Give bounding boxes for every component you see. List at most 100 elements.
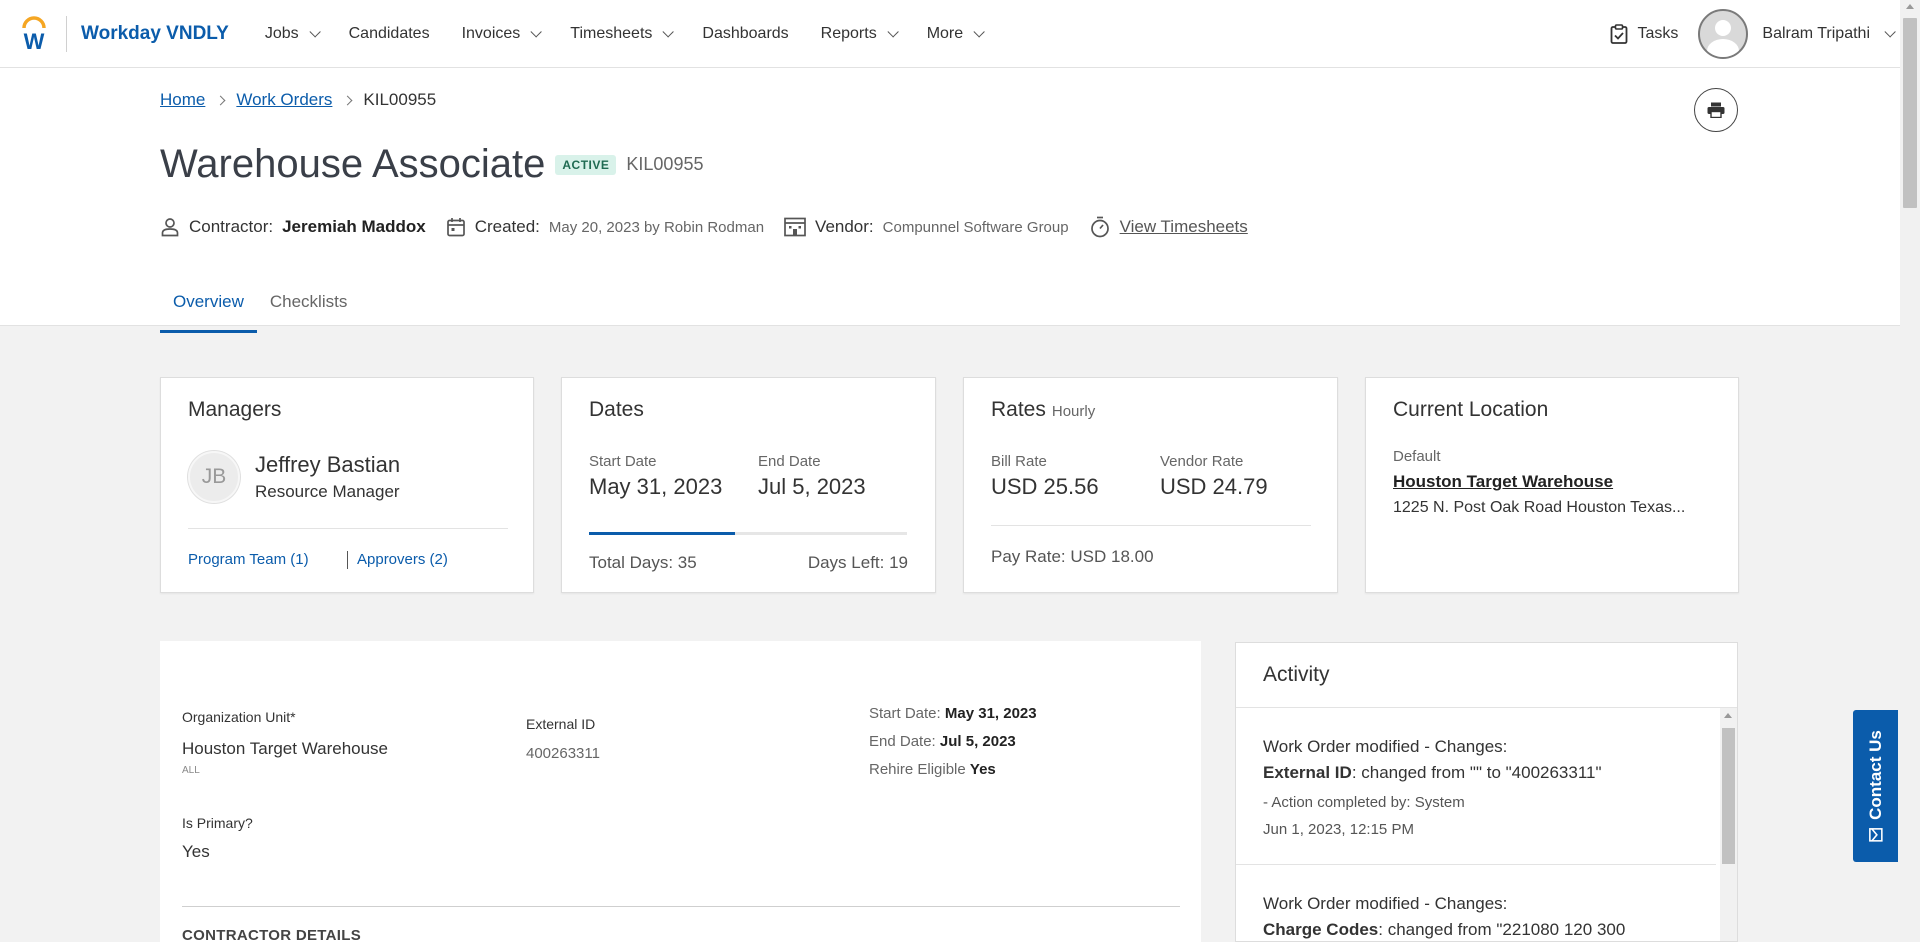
nav-timesheets[interactable]: Timesheets [570,25,675,43]
org-unit-value: Houston Target Warehouse [182,739,389,758]
breadcrumb-work-orders[interactable]: Work Orders [236,90,332,110]
chevron-down-icon [530,25,543,38]
tasks-button[interactable]: Tasks [1610,23,1678,44]
page-title: Warehouse Associate [160,142,546,186]
chevron-down-icon [973,25,985,38]
bill-rate-label: Bill Rate [991,453,1047,470]
nav-more[interactable]: More [927,25,985,43]
end-date-value: Jul 5, 2023 [758,474,866,499]
date-progress-fill [589,532,736,535]
scroll-up-arrow-icon[interactable] [1724,713,1732,718]
start-date-label: Start Date [589,453,657,470]
chevron-down-icon [309,25,321,38]
page-header: Home Work Orders KIL00955 Warehouse Asso… [0,68,1900,333]
total-days: Total Days: 35 [589,553,697,572]
external-id-label: External ID [526,716,596,732]
scroll-up-arrow-icon[interactable] [1906,4,1914,9]
page-scroll-thumb[interactable] [1903,18,1917,208]
contractor-meta: Contractor: Jeremiah Maddox [160,217,426,237]
tab-overview[interactable]: Overview [160,280,257,333]
contact-us-button[interactable]: Contact Us [1853,710,1898,862]
rates-subtitle: Hourly [1051,403,1096,420]
activity-list: Work Order modified - Changes: External … [1236,708,1716,941]
meta-row: Contractor: Jeremiah Maddox Created: May… [160,216,1268,238]
divider [182,906,1180,907]
manager-avatar: JB [188,451,240,503]
rehire-eligible: Rehire Eligible Yes [869,761,996,778]
detail-start-date: Start Date: May 31, 2023 [869,705,1037,722]
work-order-details: Organization Unit* Houston Target Wareho… [160,641,1201,942]
work-order-id: KIL00955 [626,154,704,174]
org-unit-scope: ALL [182,765,200,776]
nav-jobs[interactable]: Jobs [265,25,321,43]
created-value: May 20, 2023 by Robin Rodman [548,218,765,236]
view-timesheets-link[interactable]: View Timesheets [1120,217,1248,237]
is-primary-value: Yes [182,842,210,861]
days-left: Days Left: 19 [807,553,908,572]
location-link[interactable]: Houston Target Warehouse [1393,472,1613,492]
dates-card: Dates Start Date May 31, 2023 End Date J… [561,377,936,593]
location-default-label: Default [1393,448,1441,465]
divider [188,528,508,529]
manager-name: Jeffrey Bastian [255,452,401,477]
nav-dashboards[interactable]: Dashboards [702,25,788,43]
date-progress-bar [589,532,907,535]
nav-candidates[interactable]: Candidates [349,25,430,43]
nav-invoices[interactable]: Invoices [462,25,543,43]
avatar-body [1707,38,1740,57]
workday-logo-icon[interactable]: W [20,15,48,52]
avatar[interactable] [1698,8,1749,59]
page-scrollbar[interactable] [1900,0,1920,942]
chevron-down-icon [887,25,899,38]
card-title: Current Location [1393,398,1549,421]
activity-item: Work Order modified - Changes: Charge Co… [1263,894,1626,939]
manager-role: Resource Manager [255,482,400,501]
activity-scroll-thumb[interactable] [1722,728,1735,864]
breadcrumb-home[interactable]: Home [160,90,205,110]
vendor-name: Compunnel Software Group [882,218,1069,236]
is-primary-label: Is Primary? [182,815,253,831]
created-meta: Created: May 20, 2023 by Robin Rodman [446,217,764,237]
svg-text:W: W [24,29,45,52]
nav-right: Tasks Balram Tripathi [1610,8,1896,59]
mail-icon [1868,828,1883,842]
contractor-name: Jeremiah Maddox [282,217,426,236]
printer-icon [1707,102,1725,118]
user-menu[interactable]: Balram Tripathi [1762,25,1896,43]
nav-reports[interactable]: Reports [821,25,899,43]
vendor-rate-label: Vendor Rate [1160,453,1244,470]
title-row: Warehouse Associate ACTIVE KIL00955 [160,142,703,187]
brand-name[interactable]: Workday VNDLY [81,23,229,45]
calendar-icon [446,218,465,237]
program-team-link[interactable]: Program Team (1) [188,551,309,568]
timesheets-meta: View Timesheets [1089,216,1248,238]
bill-rate-value: USD 25.56 [991,474,1099,499]
divider [991,525,1311,526]
tab-checklists[interactable]: Checklists [257,280,360,333]
detail-end-date: End Date: Jul 5, 2023 [869,733,1016,750]
chevron-right-icon [342,95,353,105]
rates-card: Rates Hourly Bill Rate USD 25.56 Vendor R… [963,377,1338,593]
breadcrumb: Home Work Orders KIL00955 [160,90,436,110]
activity-title: Activity [1263,663,1330,686]
tabs: Overview Checklists [160,280,360,333]
contractor-details-heading: CONTRACTOR DETAILS [182,927,362,942]
print-button[interactable] [1694,88,1738,132]
start-date-value: May 31, 2023 [589,474,723,499]
brand-divider [66,15,67,52]
activity-panel: Activity Work Order modified - Changes: … [1235,642,1738,942]
location-address: 1225 N. Post Oak Road Houston Texas... [1393,499,1686,516]
chevron-down-icon [1884,25,1896,38]
vendor-rate-value: USD 24.79 [1160,474,1268,499]
stopwatch-icon [1090,216,1109,238]
status-badge: ACTIVE [555,154,617,175]
pay-rate: Pay Rate: USD 18.00 [991,547,1154,566]
activity-scrollbar[interactable] [1720,708,1737,941]
person-icon [161,218,179,237]
org-unit-label: Organization Unit* [182,709,296,725]
divider [347,551,348,569]
breadcrumb-current: KIL00955 [363,90,437,109]
chevron-down-icon [662,25,675,38]
managers-card: Managers JB Jeffrey Bastian Resource Man… [160,377,534,593]
approvers-link[interactable]: Approvers (2) [357,551,448,568]
